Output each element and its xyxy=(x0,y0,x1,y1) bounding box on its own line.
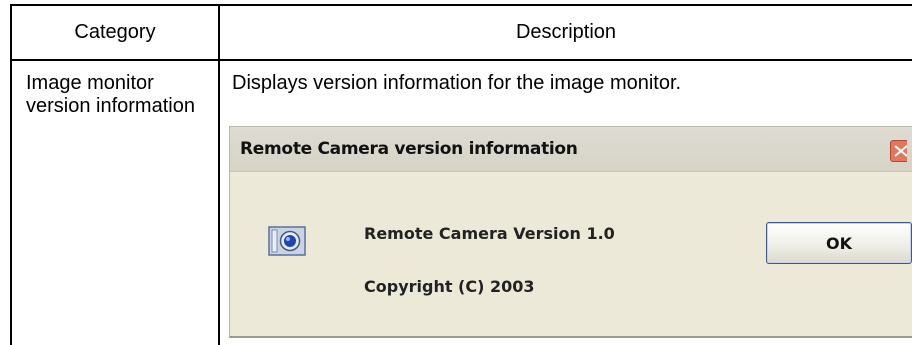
header-description: Description xyxy=(515,21,617,43)
camera-icon xyxy=(268,226,306,256)
copyright-text: Copyright (C) 2003 xyxy=(364,277,535,296)
ok-button[interactable]: OK xyxy=(766,222,912,264)
category-cell: Image monitor version information xyxy=(26,72,195,117)
version-dialog-screenshot: Remote Camera version information Remote… xyxy=(229,126,912,338)
dialog-separator xyxy=(230,171,912,172)
dialog-title: Remote Camera version information xyxy=(240,139,578,159)
header-divider xyxy=(10,59,912,61)
description-text: Displays version information for the ima… xyxy=(232,72,682,94)
close-icon[interactable] xyxy=(890,140,907,162)
version-text: Remote Camera Version 1.0 xyxy=(364,224,615,243)
dialog-titlebar: Remote Camera version information xyxy=(230,127,912,171)
header-category: Category xyxy=(74,21,156,43)
